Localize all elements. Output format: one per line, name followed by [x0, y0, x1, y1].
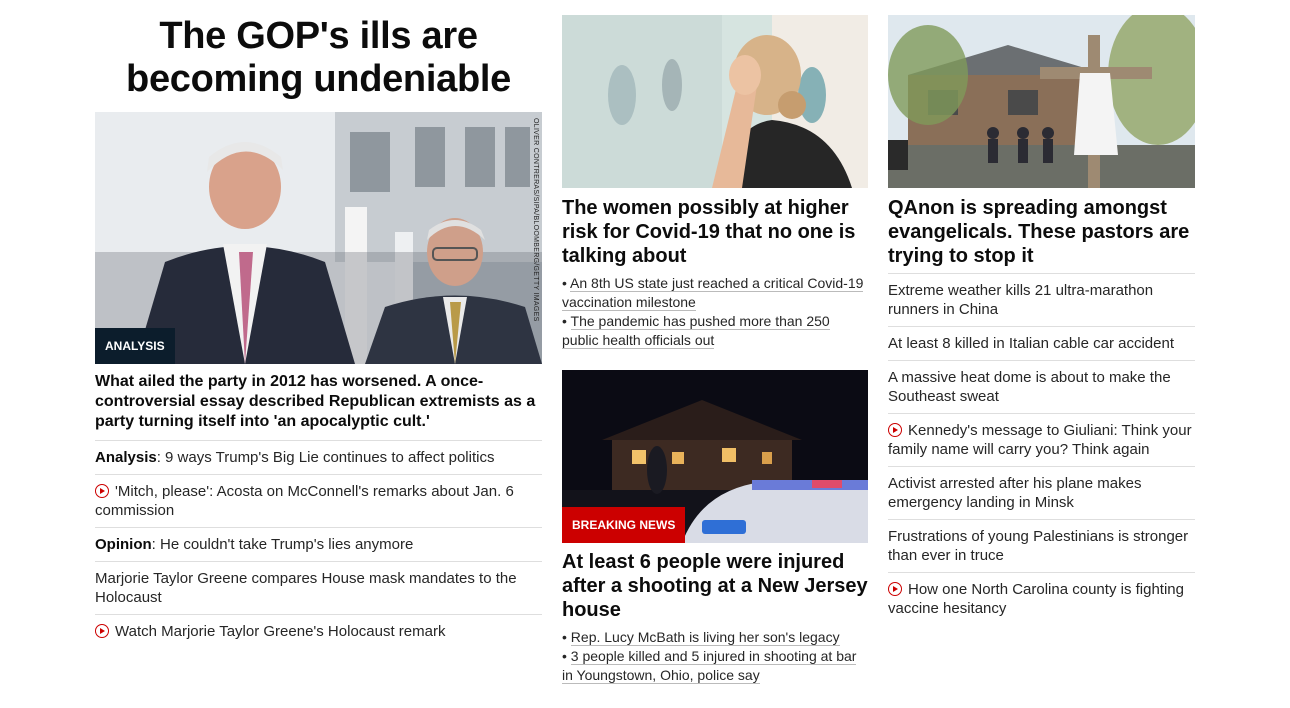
qanon-story-image[interactable] — [888, 15, 1195, 188]
list-item[interactable]: Analysis: 9 ways Trump's Big Lie continu… — [95, 441, 542, 475]
shooting-story-image[interactable]: BREAKING NEWS — [562, 370, 868, 543]
lead-related-links: Analysis: 9 ways Trump's Big Lie continu… — [95, 441, 542, 648]
qanon-photo-illustration — [888, 15, 1195, 188]
covid-story-headline[interactable]: The women possibly at higher risk for Co… — [562, 196, 868, 268]
lead-photo-illustration — [95, 112, 542, 364]
list-item[interactable]: At least 8 killed in Italian cable car a… — [888, 327, 1195, 361]
lead-story-column: The GOP's ills are becoming undeniable O… — [95, 0, 542, 648]
list-item[interactable]: A massive heat dome is about to make the… — [888, 361, 1195, 414]
link-prefix: Analysis — [95, 449, 157, 466]
link-text: Marjorie Taylor Greene compares House ma… — [95, 570, 517, 606]
list-item[interactable]: Marjorie Taylor Greene compares House ma… — [95, 562, 542, 615]
covid-story-image[interactable] — [562, 15, 868, 188]
qanon-story-headline[interactable]: QAnon is spreading amongst evangelicals.… — [888, 196, 1195, 268]
play-icon — [95, 624, 109, 638]
link-text: At least 8 killed in Italian cable car a… — [888, 335, 1174, 352]
lead-story-image[interactable]: OLIVER CONTRERAS/SIPA/BLOOMBERG/GETTY IM… — [95, 112, 542, 364]
list-item[interactable]: 'Mitch, please': Acosta on McConnell's r… — [95, 475, 542, 528]
link-text: How one North Carolina county is fightin… — [888, 581, 1184, 617]
bullet-link[interactable]: • 3 people killed and 5 injured in shoot… — [562, 647, 868, 685]
list-item[interactable]: Watch Marjorie Taylor Greene's Holocaust… — [95, 615, 542, 648]
link-text: : 9 ways Trump's Big Lie continues to af… — [156, 449, 495, 466]
bullet-link[interactable]: • Rep. Lucy McBath is living her son's l… — [562, 628, 868, 647]
link-prefix: Opinion — [95, 536, 152, 553]
right-column: QAnon is spreading amongst evangelicals.… — [888, 0, 1195, 625]
bullet-link-text: The pandemic has pushed more than 250 pu… — [562, 313, 830, 349]
bullet-link[interactable]: • The pandemic has pushed more than 250 … — [562, 312, 868, 350]
middle-column: The women possibly at higher risk for Co… — [562, 0, 868, 708]
analysis-tag: ANALYSIS — [95, 328, 175, 364]
link-text: A massive heat dome is about to make the… — [888, 369, 1171, 405]
covid-story-bullets: • An 8th US state just reached a critica… — [562, 274, 868, 350]
bullet-link[interactable]: • An 8th US state just reached a critica… — [562, 274, 868, 312]
shooting-story: At least 6 people were injured after a s… — [562, 543, 868, 685]
list-item[interactable]: How one North Carolina county is fightin… — [888, 573, 1195, 625]
list-item[interactable]: Extreme weather kills 21 ultra-marathon … — [888, 274, 1195, 327]
shooting-story-bullets: • Rep. Lucy McBath is living her son's l… — [562, 628, 868, 685]
link-text: Activist arrested after his plane makes … — [888, 475, 1142, 511]
lead-headline[interactable]: The GOP's ills are becoming undeniable — [95, 15, 542, 101]
link-text: Kennedy's message to Giuliani: Think you… — [888, 422, 1192, 458]
link-text: Watch Marjorie Taylor Greene's Holocaust… — [115, 623, 446, 640]
list-item[interactable]: Opinion: He couldn't take Trump's lies a… — [95, 528, 542, 562]
breaking-news-tag: BREAKING NEWS — [562, 507, 686, 543]
play-icon — [95, 484, 109, 498]
shooting-story-headline[interactable]: At least 6 people were injured after a s… — [562, 550, 868, 622]
right-column-links: Extreme weather kills 21 ultra-marathon … — [888, 273, 1195, 625]
list-item[interactable]: Frustrations of young Palestinians is st… — [888, 520, 1195, 573]
list-item[interactable]: Activist arrested after his plane makes … — [888, 467, 1195, 520]
bullet-link-text: An 8th US state just reached a critical … — [562, 275, 864, 311]
lead-caption[interactable]: What ailed the party in 2012 has worsene… — [95, 372, 542, 441]
link-text: : He couldn't take Trump's lies anymore — [151, 536, 414, 553]
play-icon — [888, 582, 902, 596]
image-credit: OLIVER CONTRERAS/SIPA/BLOOMBERG/GETTY IM… — [532, 118, 539, 322]
bullet-link-text: Rep. Lucy McBath is living her son's leg… — [570, 629, 840, 646]
link-text: Extreme weather kills 21 ultra-marathon … — [888, 282, 1154, 318]
list-item[interactable]: Kennedy's message to Giuliani: Think you… — [888, 414, 1195, 467]
bullet-link-text: 3 people killed and 5 injured in shootin… — [562, 648, 857, 684]
link-text: Frustrations of young Palestinians is st… — [888, 528, 1189, 564]
covid-photo-illustration — [562, 15, 868, 188]
play-icon — [888, 423, 902, 437]
link-text: 'Mitch, please': Acosta on McConnell's r… — [95, 483, 514, 519]
